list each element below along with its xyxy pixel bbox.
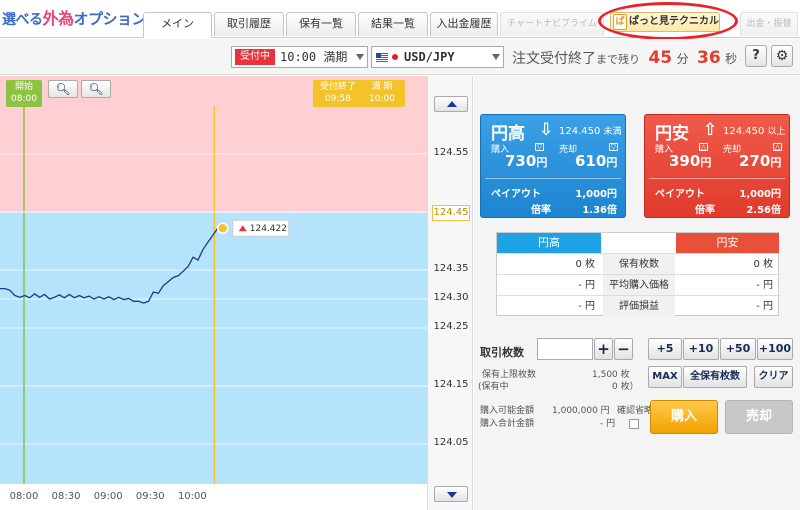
quantity-input[interactable] (537, 338, 593, 360)
y-tick-label: 124.35 (433, 263, 469, 274)
zoom-in-button[interactable]: 🔍︎ (81, 80, 111, 98)
triangle-up-icon: △ (699, 143, 708, 151)
clear-button[interactable]: クリア (754, 366, 793, 388)
y-tick-label: 124.15 (433, 379, 469, 390)
deadline-countdown: 注文受付終了まで残り 45 分 36 秒 (512, 48, 738, 68)
all-holdings-button[interactable]: 全保有枚数 (683, 366, 747, 388)
tab-chart-navi-prime[interactable]: チャートナビプライム (500, 12, 604, 36)
current-price-label: 124.422 (232, 219, 290, 237)
position-table: 円高 円安 0 枚 保有枚数 0 枚 - 円 平均購入価格 - 円 - 円 評価… (496, 232, 780, 317)
jp-flag-icon (392, 54, 398, 60)
svg-text:124.422: 124.422 (250, 224, 287, 234)
seconds-value: 36 (697, 48, 721, 68)
zoom-out-icon: 🔍︎ (55, 82, 71, 96)
x-tick-label: 08:00 (10, 491, 39, 502)
sell-button[interactable]: 売却 (725, 400, 793, 434)
scroll-down-button[interactable] (434, 486, 468, 502)
currency-pair-value: USD/JPY (404, 50, 455, 64)
quantity-label: 取引枚数 (480, 346, 524, 359)
y-tick-label: 124.45 (432, 205, 470, 221)
zoom-out-button[interactable]: 🔍︎ (48, 80, 78, 98)
highlight-ring (598, 2, 738, 40)
qty-plus5-button[interactable]: +5 (648, 338, 682, 360)
table-row: - 円 平均購入価格 - 円 (497, 274, 780, 296)
us-flag-icon (376, 53, 388, 62)
qty-plus10-button[interactable]: +10 (683, 338, 719, 360)
tab-withdraw[interactable]: 出金・振替 (740, 12, 798, 36)
table-head-low: 円安 (676, 233, 779, 253)
current-price-dot (217, 222, 229, 234)
holding-value: 0 枚） (612, 382, 639, 392)
table-row: - 円 評価損益 - 円 (497, 295, 780, 317)
y-tick-label: 124.55 (433, 147, 469, 158)
qty-plus50-button[interactable]: +50 (720, 338, 756, 360)
qty-plus-button[interactable]: + (594, 338, 613, 360)
table-head-high: 円高 (497, 233, 601, 253)
tab-positions[interactable]: 保有一覧 (286, 12, 356, 36)
price-axis: 124.55 124.45 124.35 124.30 124.25 124.15 124.… (427, 76, 473, 510)
help-button[interactable]: ? (745, 45, 767, 67)
triangle-down-icon: ▽ (535, 143, 544, 151)
tab-trade-history[interactable]: 取引履歴 (214, 12, 284, 36)
y-tick-label: 124.25 (433, 321, 469, 332)
tab-main[interactable]: メイン (143, 12, 212, 38)
gear-icon: ⚙ (775, 48, 789, 64)
sell-price[interactable]: 270円 (739, 152, 781, 170)
triangle-up-icon: △ (773, 143, 782, 151)
qty-minus-button[interactable]: − (614, 338, 633, 360)
tab-results[interactable]: 結果一覧 (358, 12, 428, 36)
qty-plus100-button[interactable]: +100 (757, 338, 793, 360)
trade-panel: 円高 ⇩ 124.450 未満 購入 ▽ 売却 ▽ 730円 610円 ペイアウ… (474, 76, 800, 510)
x-tick-label: 09:30 (136, 491, 165, 502)
end-flag: 受付終了 09:58 満 期 10:00 (313, 80, 405, 107)
top-nav: 選べる外為オプション メイン 取引履歴 保有一覧 結果一覧 入出金履歴 チャート… (0, 0, 800, 40)
x-tick-label: 10:00 (178, 491, 207, 502)
total-amount: - 円 (600, 419, 616, 429)
buy-button[interactable]: 購入 (650, 400, 718, 434)
available-amount: 1,000,000 円 (552, 406, 610, 416)
zoom-in-icon: 🔍︎ (88, 82, 104, 96)
arrow-down-icon: ⇩ (539, 120, 554, 140)
currency-pair-select[interactable]: USD/JPY (371, 46, 504, 68)
scroll-up-button[interactable] (434, 96, 468, 112)
chevron-down-icon (356, 54, 364, 60)
table-row: 0 枚 保有枚数 0 枚 (497, 253, 780, 275)
expiry-select[interactable]: 受付中 10:00 満期 (231, 46, 368, 68)
toolbar: 受付中 10:00 満期 USD/JPY 注文受付終了まで残り 45 分 36 … (0, 39, 800, 75)
y-tick-label: 124.30 (433, 292, 469, 303)
buy-price[interactable]: 390円 (669, 152, 711, 170)
settings-button[interactable]: ⚙ (771, 45, 793, 67)
card-yen-low[interactable]: 円安 ⇧ 124.450 以上 購入 △ 売却 △ 390円 270円 ペイアウ… (644, 114, 790, 218)
minutes-value: 45 (648, 48, 673, 68)
price-chart[interactable]: 124.422 08:00 08:30 09:00 09:30 10:00 (0, 76, 427, 510)
app-logo: 選べる外為オプション (2, 9, 147, 28)
expiry-value: 10:00 満期 (280, 50, 348, 64)
y-tick-label: 124.05 (433, 437, 469, 448)
lower-zone (0, 212, 427, 484)
start-flag: 開始 08:00 (6, 80, 42, 107)
x-tick-label: 08:30 (52, 491, 81, 502)
x-tick-label: 09:00 (94, 491, 123, 502)
tab-deposit-history[interactable]: 入出金履歴 (430, 12, 498, 36)
skip-confirm-checkbox[interactable] (629, 419, 639, 429)
max-button[interactable]: MAX (648, 366, 682, 388)
buy-price[interactable]: 730円 (505, 152, 547, 170)
card-yen-high[interactable]: 円高 ⇩ 124.450 未満 購入 ▽ 売却 ▽ 730円 610円 ペイアウ… (480, 114, 626, 218)
status-badge: 受付中 (235, 49, 275, 65)
sell-price[interactable]: 610円 (575, 152, 617, 170)
arrow-up-icon: ⇧ (703, 120, 718, 140)
triangle-down-icon: ▽ (609, 143, 618, 151)
chevron-down-icon (492, 54, 500, 60)
